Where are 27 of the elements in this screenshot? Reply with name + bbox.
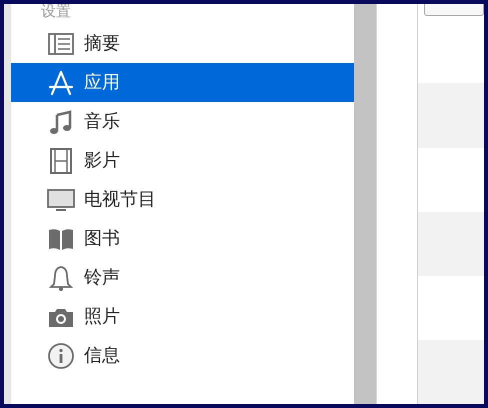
item-label: 铃声 <box>84 266 120 290</box>
list-row <box>418 83 484 148</box>
sidebar-item[interactable]: 应用 <box>10 63 354 102</box>
list-row <box>418 212 484 276</box>
sidebar-item[interactable]: 图书 <box>10 219 354 258</box>
scrollbar[interactable] <box>354 4 377 404</box>
sidebar-item[interactable]: 影片 <box>10 141 354 180</box>
sidebar-item[interactable]: 摘要 <box>10 24 354 63</box>
item-label: 信息 <box>84 344 120 368</box>
bell-icon <box>46 264 75 292</box>
list-row <box>418 340 484 404</box>
sidebar-item[interactable]: 铃声 <box>10 258 354 297</box>
item-label: 照片 <box>84 305 120 329</box>
app-store-icon <box>46 68 75 96</box>
item-label: 图书 <box>84 227 120 251</box>
item-label: 摘要 <box>84 32 120 56</box>
item-label: 影片 <box>84 149 120 173</box>
section-title: 设置 <box>40 4 72 22</box>
info-icon <box>46 342 75 370</box>
sidebar-item[interactable]: 电视节目 <box>10 180 354 219</box>
sidebar-item[interactable]: 照片 <box>10 297 354 336</box>
item-label: 电视节目 <box>84 188 156 212</box>
sidebar-item[interactable]: 信息 <box>10 336 354 375</box>
sidebar-item[interactable]: 音乐 <box>10 102 354 141</box>
item-label: 音乐 <box>84 110 120 134</box>
toolbar-button[interactable] <box>424 4 484 16</box>
item-label: 应用 <box>84 71 120 95</box>
